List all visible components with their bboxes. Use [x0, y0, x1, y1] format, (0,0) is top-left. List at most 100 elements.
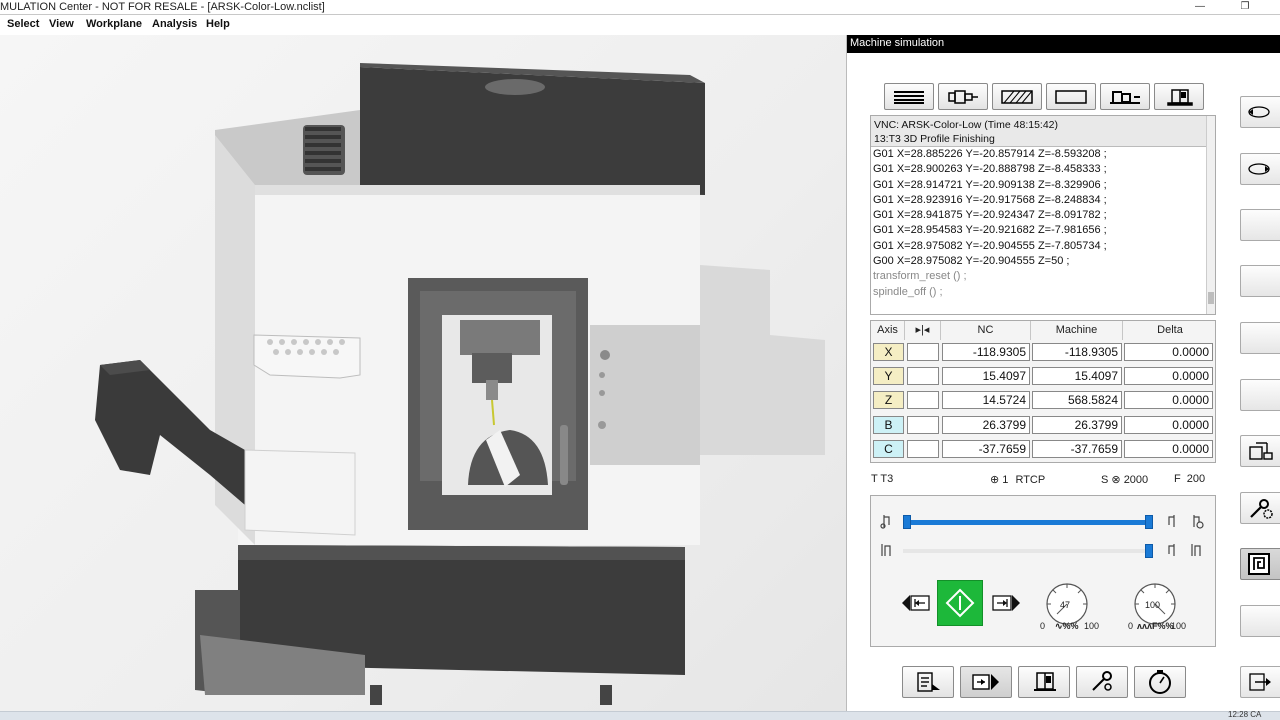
export-icon: [1249, 673, 1271, 691]
slider-lock-icon: [1193, 515, 1204, 529]
nc-line[interactable]: G01 X=28.941875 Y=-20.924347 Z=-8.091782…: [871, 208, 1215, 223]
side-button-10[interactable]: [1240, 605, 1280, 637]
list-lines-button[interactable]: [884, 83, 934, 110]
axis-mode-c[interactable]: [907, 440, 939, 458]
list-lines-icon: [894, 90, 924, 104]
slider2-start-icon: [881, 544, 891, 556]
menu-help[interactable]: Help: [206, 18, 230, 30]
restore-button[interactable]: ❐: [1225, 0, 1265, 14]
nc-operation-info: 13:T3 3D Profile Finishing: [874, 133, 995, 145]
nc-line[interactable]: G01 X=28.900263 Y=-20.888798 Z=-8.458333…: [871, 162, 1215, 177]
nc-line[interactable]: G00 X=28.975082 Y=-20.904555 Z=50 ;: [871, 254, 1215, 269]
rtcp-status: ⊕ 1 RTCP: [990, 473, 1045, 486]
tool-settings-button[interactable]: [1076, 666, 1128, 698]
machine-column-header: Machine: [1031, 321, 1123, 340]
nc-code-list[interactable]: VNC: ARSK-Color-Low (Time 48:15:42) 13:T…: [870, 115, 1216, 315]
export-button[interactable]: [1240, 666, 1280, 698]
range-slider-1[interactable]: [907, 520, 1149, 525]
range-slider-1-end-handle[interactable]: [1145, 515, 1153, 529]
stopwatch-button[interactable]: [1134, 666, 1186, 698]
zigzag-icon: ᴧᴧᴧ: [1137, 621, 1153, 631]
blank-frame-button[interactable]: [1046, 83, 1096, 110]
speed-dial-max: 100: [1084, 621, 1100, 631]
axis-machine-value: -118.9305: [1032, 343, 1122, 361]
machine-model: [95, 63, 825, 705]
stock-hatch-button[interactable]: [992, 83, 1042, 110]
spiral-path-button[interactable]: [1240, 548, 1280, 580]
axis-machine-value: -37.7659: [1032, 440, 1122, 458]
step-forward-main-button[interactable]: [960, 666, 1012, 698]
axis-mode-x[interactable]: [907, 343, 939, 361]
range-slider-1-start-handle[interactable]: [903, 515, 911, 529]
machine-setup-icon: [1249, 442, 1273, 460]
machine-table-button[interactable]: [1100, 83, 1150, 110]
rtcp-label: RTCP: [1015, 474, 1046, 486]
machine-table-icon: [1110, 90, 1140, 104]
machine-control-button[interactable]: [1018, 666, 1070, 698]
nc-line[interactable]: G01 X=28.954583 Y=-20.921682 Z=-7.981656…: [871, 223, 1215, 238]
title-bar: MULATION Center - NOT FOR RESALE - [ARSK…: [0, 0, 1280, 15]
axis-label-z[interactable]: Z: [873, 391, 904, 409]
menu-workplane[interactable]: Workplane: [86, 18, 142, 30]
nc-line[interactable]: G01 X=28.885226 Y=-20.857914 Z=-8.593208…: [871, 147, 1215, 162]
side-button-6[interactable]: [1240, 379, 1280, 411]
axis-label-c[interactable]: C: [873, 440, 904, 458]
minimize-button[interactable]: —: [1180, 0, 1220, 14]
report-icon: [917, 672, 940, 692]
playback-controls: 47 0 ∿%% 100 100 0 ᴧᴧᴧF%% 100: [870, 495, 1216, 647]
taskbar-clock: 12:28 CA: [1228, 710, 1262, 719]
nc-line[interactable]: G01 X=28.914721 Y=-20.909138 Z=-8.329906…: [871, 178, 1215, 193]
nc-line[interactable]: transform_reset () ;: [871, 269, 1215, 284]
settings-gear-button[interactable]: [1240, 492, 1280, 524]
play-button[interactable]: [937, 580, 983, 626]
machine-cabinet-icon: [1167, 88, 1193, 106]
step-back-button[interactable]: [901, 592, 931, 614]
menu-analysis[interactable]: Analysis: [152, 18, 197, 30]
rotate-view-2-button[interactable]: [1240, 153, 1280, 185]
axis-row-b: B 26.3799 26.3799 0.0000: [871, 414, 1217, 436]
blank-frame-icon: [1055, 89, 1087, 104]
menu-view[interactable]: View: [49, 18, 74, 30]
nc-scroll-thumb[interactable]: [1208, 292, 1214, 304]
axis-nc-value: 14.5724: [942, 391, 1030, 409]
slider-start-icon: [880, 515, 890, 529]
axis-delta-value: 0.0000: [1124, 416, 1213, 434]
nc-line[interactable]: G01 X=28.975082 Y=-20.904555 Z=-7.805734…: [871, 239, 1215, 254]
side-button-5[interactable]: [1240, 322, 1280, 354]
feed-dial-label: ᴧᴧᴧF%%: [1137, 621, 1174, 631]
3d-viewport[interactable]: [0, 35, 846, 711]
axis-mode-y[interactable]: [907, 367, 939, 385]
step-forward-button[interactable]: [991, 592, 1021, 614]
axis-nc-value: -37.7659: [942, 440, 1030, 458]
feed-dial-min: 0: [1128, 621, 1134, 631]
nc-scrollbar[interactable]: [1206, 116, 1215, 314]
axis-label-b[interactable]: B: [873, 416, 904, 434]
spindle-icon: ⊗: [1111, 474, 1121, 486]
tool-holder-button[interactable]: [938, 83, 988, 110]
nc-line[interactable]: G01 X=28.923916 Y=-20.917568 Z=-8.248834…: [871, 193, 1215, 208]
side-button-4[interactable]: [1240, 265, 1280, 297]
feed-dial-value: 100: [1145, 600, 1161, 610]
axis-machine-value: 568.5824: [1032, 391, 1122, 409]
nc-line[interactable]: spindle_off () ;: [871, 285, 1215, 300]
axis-label-y[interactable]: Y: [873, 367, 904, 385]
axis-mode-b[interactable]: [907, 416, 939, 434]
range-slider-2[interactable]: [903, 549, 1147, 553]
rotate-view-button[interactable]: [1240, 96, 1280, 128]
axis-machine-value: 26.3799: [1032, 416, 1122, 434]
slider2-end-icon: [1168, 544, 1175, 556]
feed-rate: 200: [1186, 473, 1206, 485]
axis-delta-value: 0.0000: [1124, 367, 1213, 385]
range-slider-2-handle[interactable]: [1145, 544, 1153, 558]
axis-nc-value: 26.3799: [942, 416, 1030, 434]
settings-gear-icon: [1250, 499, 1273, 519]
menu-select[interactable]: Select: [7, 18, 39, 30]
speed-dial-value: 47: [1060, 600, 1071, 610]
machine-cabinet-button[interactable]: [1154, 83, 1204, 110]
mode-column-header[interactable]: ▸|◂: [905, 321, 941, 340]
axis-mode-z[interactable]: [907, 391, 939, 409]
machine-setup-button[interactable]: [1240, 435, 1280, 467]
side-button-3[interactable]: [1240, 209, 1280, 241]
report-button[interactable]: [902, 666, 954, 698]
axis-label-x[interactable]: X: [873, 343, 904, 361]
